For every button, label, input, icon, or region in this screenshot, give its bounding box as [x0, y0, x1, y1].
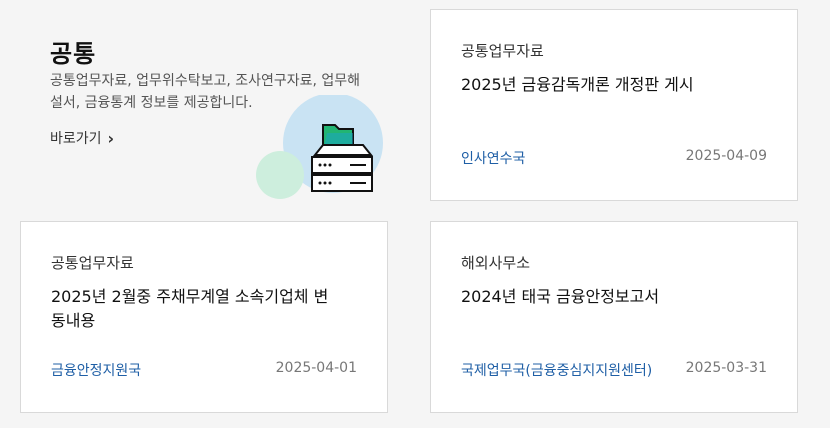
illustration-circle-green: [256, 151, 304, 199]
news-card[interactable]: 해외사무소 2024년 태국 금융안정보고서 국제업무국(금융중심지지원센터) …: [430, 221, 798, 413]
chevron-right-icon: ›: [107, 128, 115, 148]
card-category: 공통업무자료: [461, 42, 544, 60]
section-title: 공통: [50, 40, 97, 68]
card-date: 2025-04-01: [275, 360, 357, 376]
server-top: [312, 144, 374, 156]
card-title[interactable]: 2025년 2월중 주채무계열 소속기업체 변동내용: [51, 285, 337, 333]
card-department: 인사연수국: [461, 151, 526, 167]
card-title[interactable]: 2024년 태국 금융안정보고서: [461, 285, 767, 309]
server-folder-illustration: [255, 93, 395, 205]
card-category: 공통업무자료: [51, 254, 134, 272]
card-date: 2025-03-31: [685, 360, 767, 376]
shortcut-link-label: 바로가기: [50, 131, 102, 147]
shortcut-link[interactable]: 바로가기 ›: [50, 128, 114, 148]
card-title[interactable]: 2025년 금융감독개론 개정판 게시: [461, 73, 767, 97]
news-card[interactable]: 공통업무자료 2025년 2월중 주채무계열 소속기업체 변동내용 금융안정지원…: [20, 221, 388, 413]
card-department: 국제업무국(금융중심지지원센터): [461, 363, 653, 379]
news-card[interactable]: 공통업무자료 2025년 금융감독개론 개정판 게시 인사연수국 2025-04…: [430, 9, 798, 201]
card-category: 해외사무소: [461, 254, 531, 272]
card-department: 금융안정지원국: [51, 363, 142, 379]
card-date: 2025-04-09: [685, 148, 767, 164]
